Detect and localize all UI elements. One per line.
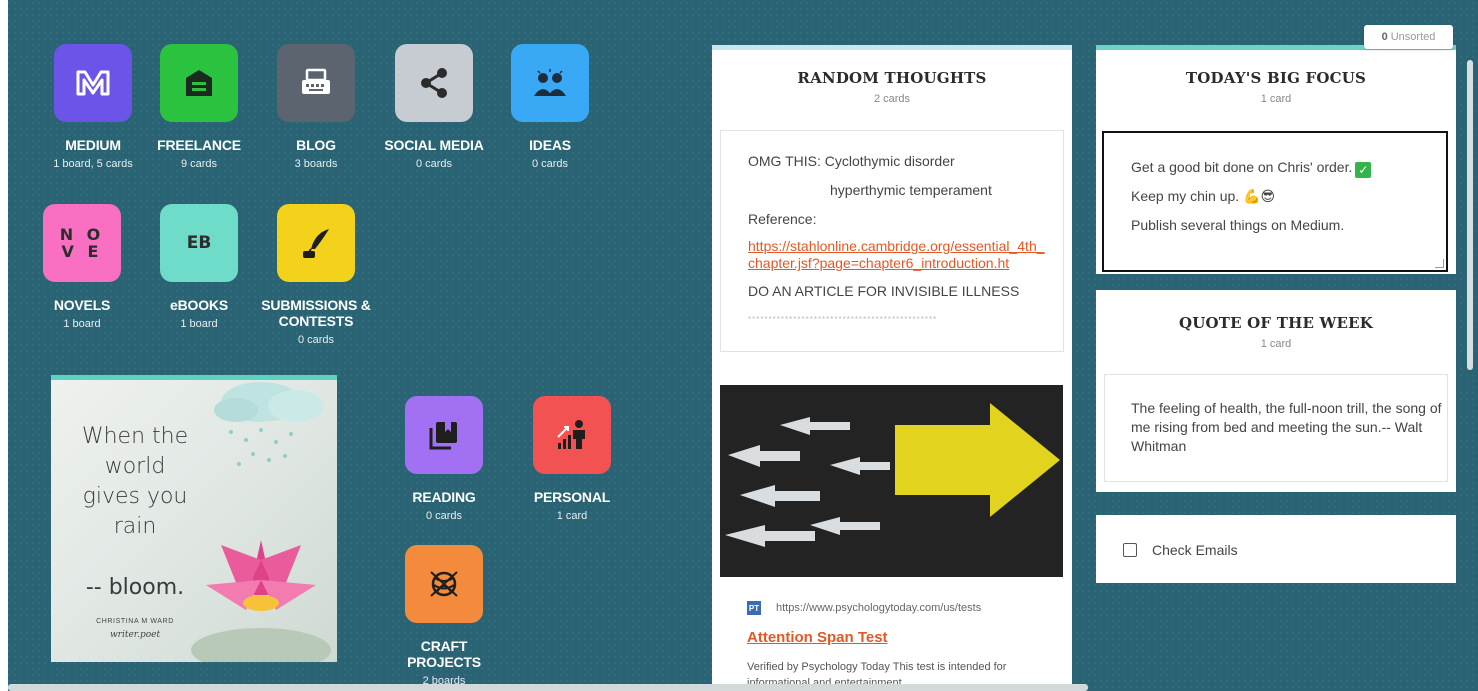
people-idea-icon [511,44,589,122]
medium-logo-icon [54,44,132,122]
horizontal-scrollbar[interactable] [8,684,1088,691]
eb-text-icon: EB [160,204,238,282]
note-line: Reference: [748,211,817,227]
column-todays-big-focus: TODAY'S BIG FOCUS 1 card Get a good bit … [1096,45,1456,274]
rain-cloud-illustration [214,382,324,466]
link-source: PT https://www.psychologytoday.com/us/te… [747,601,1064,615]
board-count: 1 card [556,510,588,522]
resize-handle-icon[interactable] [1435,259,1444,268]
board-count: 1 board [180,318,218,330]
board-medium[interactable]: MEDIUM 1 board, 5 cards [33,44,153,171]
board-count: 9 cards [180,158,218,170]
board-personal[interactable]: PERSONAL 1 card [512,396,632,523]
arrow-image-card[interactable] [720,385,1063,577]
psychology-today-favicon-icon: PT [747,601,761,615]
vertical-scrollbar[interactable] [1467,60,1473,370]
column-count: 1 card [1260,338,1292,350]
board-title: eBOOKS [170,297,228,313]
link-card[interactable]: PT https://www.psychologytoday.com/us/te… [720,577,1064,691]
quote-lines: When the world gives you rain [81,424,189,539]
note-line: Publish several things on Medium. [1131,217,1345,233]
board-title: CRAFT PROJECTS [407,638,481,670]
reference-link[interactable]: https://stahlonline.cambridge.org/essent… [748,238,1047,272]
task-checkbox[interactable] [1123,543,1137,557]
board-count: 0 cards [297,334,335,346]
board-social-media[interactable]: SOCIAL MEDIA 0 cards [374,44,494,171]
flex-sunglasses-emoji-icon: 💪😎 [1243,189,1276,205]
nove-text-icon: N O V E [43,204,121,282]
note-card[interactable]: The feeling of health, the full-noon tri… [1104,374,1448,482]
board-craft-projects[interactable]: CRAFT PROJECTS 2 boards [384,545,504,688]
unsorted-button[interactable]: 0 Unsorted [1364,25,1453,49]
note-card[interactable]: OMG THIS: Cyclothymic disorder hyperthym… [720,130,1064,352]
personal-growth-icon [533,396,611,474]
arrows-illustration [720,385,1063,577]
typewriter-icon [277,44,355,122]
link-url: https://www.psychologytoday.com/us/tests [776,602,982,614]
note-line: hyperthymic temperament [830,182,992,198]
board-title: IDEAS [529,137,571,153]
board-count: 0 cards [425,510,463,522]
board-title: SOCIAL MEDIA [384,137,484,153]
board-title: PERSONAL [533,489,611,505]
board-title: NOVELS [53,297,111,313]
note-line: Keep my chin up. 💪😎 [1131,188,1276,205]
briefcase-icon [160,44,238,122]
note-line: OMG THIS: Cyclothymic disorder [748,153,955,169]
quote-image-card[interactable]: When the world gives you rain -- bloom. … [51,375,337,662]
note-editor[interactable]: Get a good bit done on Chris' order. ✓ Ke… [1102,131,1448,272]
board-ideas[interactable]: IDEAS 0 cards [490,44,610,171]
board-title: MEDIUM [65,137,121,153]
unsorted-label: Unsorted [1390,31,1436,43]
board-ebooks[interactable]: EB eBOOKS 1 board [139,204,259,331]
board-blog[interactable]: BLOG 3 boards [256,44,376,171]
board-title: FREELANCE [157,137,241,153]
board-count: 1 board [63,318,101,330]
quote-author: CHRISTINA M WARD [96,618,174,625]
column-title[interactable]: QUOTE OF THE WEEK [1096,314,1456,332]
board-count: 0 cards [415,158,453,170]
column-quote-of-the-week: QUOTE OF THE WEEK 1 card The feeling of … [1096,290,1456,492]
board-title: BLOG [296,137,336,153]
board-freelance[interactable]: FREELANCE 9 cards [139,44,259,171]
check-mark-icon: ✓ [1355,162,1372,178]
task-label: Check Emails [1152,542,1238,558]
window-edge [0,0,8,691]
task-card: Check Emails [1096,515,1456,583]
task-item[interactable]: Check Emails [1123,542,1238,558]
column-count: 2 cards [873,93,911,105]
column-title[interactable]: TODAY'S BIG FOCUS [1096,69,1456,87]
column-count: 1 card [1260,93,1292,105]
note-line: Get a good bit done on Chris' order. ✓ [1131,157,1446,178]
unsorted-count: 0 [1381,31,1388,43]
board-count: 0 cards [531,158,569,170]
link-title[interactable]: Attention Span Test [747,629,888,646]
board-novels[interactable]: N O V E NOVELS 1 board [22,204,142,331]
quill-icon [277,204,355,282]
column-random-thoughts: RANDOM THOUGHTS 2 cards OMG THIS: Cyclot… [712,45,1072,691]
book-icon [405,396,483,474]
column-title[interactable]: RANDOM THOUGHTS [712,69,1072,87]
board-title: SUBMISSIONS & CONTESTS [261,297,371,329]
note-divider: ****************************************… [748,315,938,324]
board-submissions[interactable]: SUBMISSIONS & CONTESTS 0 cards [256,204,376,347]
share-icon [395,44,473,122]
board-title: READING [412,489,476,505]
board-count: 1 board, 5 cards [53,158,133,170]
quote-bloom: -- bloom. [85,575,185,600]
note-line: DO AN ARTICLE FOR INVISIBLE ILLNESS [748,283,1020,299]
quote-author-role: writer.poet [109,630,161,640]
yarn-icon [405,545,483,623]
board-reading[interactable]: READING 0 cards [384,396,504,523]
board-count: 3 boards [294,158,338,170]
